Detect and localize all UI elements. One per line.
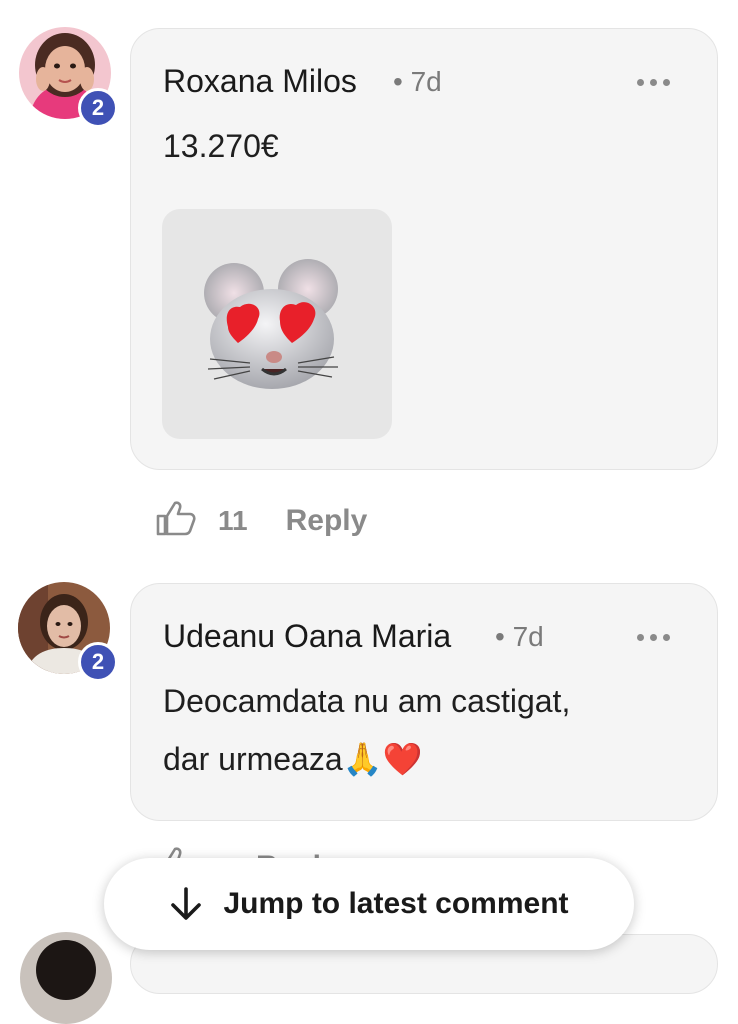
comment-text-line: Deocamdata nu am castigat,	[163, 683, 571, 719]
comment-bubble: Roxana Milos • 7d 13.270€	[130, 28, 718, 470]
comment-time: • 7d	[495, 621, 544, 652]
reply-count-badge: 2	[78, 642, 118, 682]
comment-time-value: 7d	[512, 621, 544, 652]
more-options-icon[interactable]	[637, 631, 673, 643]
jump-to-latest-button[interactable]: Jump to latest comment	[104, 858, 634, 950]
more-options-icon[interactable]	[637, 76, 673, 88]
reply-count-badge: 2	[78, 88, 118, 128]
comment-actions: 11 Reply	[156, 500, 367, 541]
comment-text-line: dar urmeaza🙏❤️	[163, 741, 423, 777]
mouse-heart-eyes-sticker[interactable]	[162, 209, 392, 439]
comment-author[interactable]: Roxana Milos	[163, 63, 357, 100]
comment-text: Deocamdata nu am castigat, dar urmeaza🙏❤…	[163, 672, 570, 788]
comment-text: 13.270€	[163, 117, 279, 175]
comment-bubble: Udeanu Oana Maria • 7d Deocamdata nu am …	[130, 583, 718, 821]
comment-text-line: 13.270€	[163, 128, 279, 164]
comment-time-value: 7d	[410, 66, 442, 97]
arrow-down-icon	[171, 887, 202, 920]
like-icon[interactable]	[156, 500, 196, 541]
avatar[interactable]	[20, 932, 112, 1024]
jump-to-latest-label: Jump to latest comment	[223, 887, 569, 920]
comment-author[interactable]: Udeanu Oana Maria	[163, 618, 451, 655]
like-count[interactable]: 11	[218, 505, 248, 537]
reply-button[interactable]: Reply	[286, 504, 368, 538]
comment-time: • 7d	[393, 66, 442, 97]
